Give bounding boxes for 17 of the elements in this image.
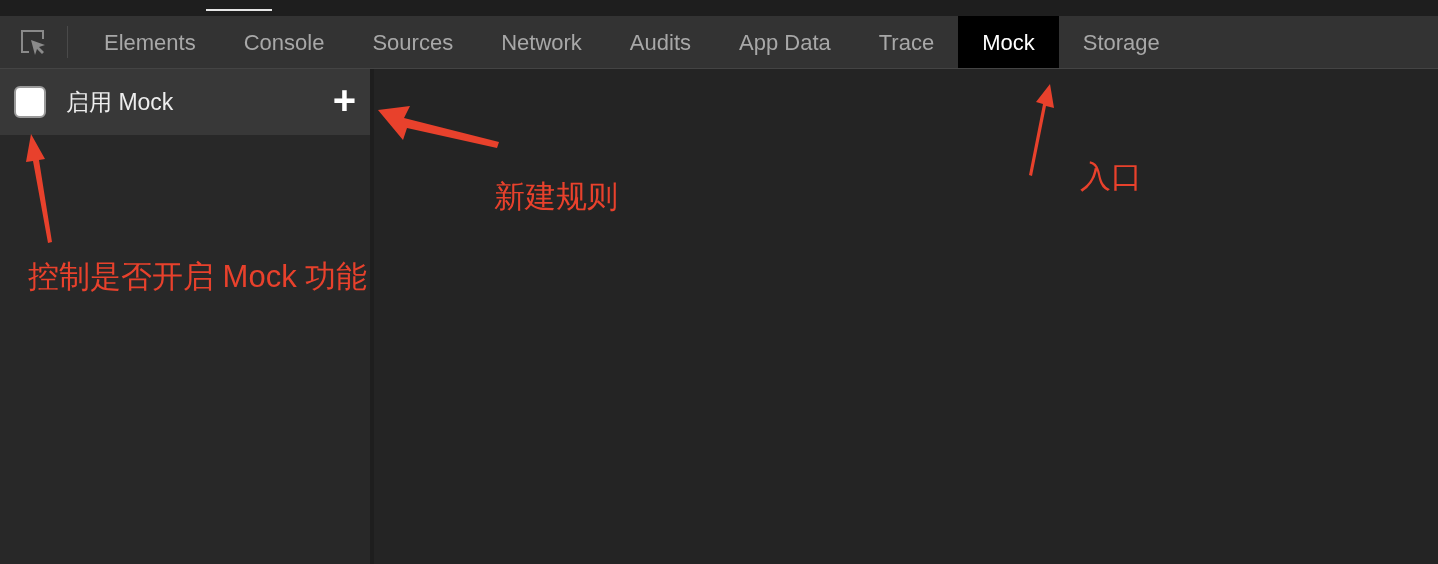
window-indicator — [206, 9, 272, 11]
tab[interactable]: Storage — [1058, 16, 1184, 68]
annotation-label: 控制是否开启 Mock 功能 — [28, 258, 368, 296]
tab[interactable]: Mock — [958, 16, 1059, 68]
tab[interactable]: Sources — [348, 16, 478, 68]
tab[interactable]: Console — [219, 16, 349, 68]
tab[interactable]: Elements — [80, 16, 220, 68]
add-rule-button[interactable]: + — [332, 80, 356, 124]
tab[interactable]: App Data — [715, 16, 855, 68]
annotation-label: 新建规则 — [494, 178, 618, 216]
tab[interactable]: Trace — [854, 16, 959, 68]
enable-mock-label: 启用 Mock — [66, 87, 174, 117]
tab[interactable]: Audits — [605, 16, 715, 68]
enable-checkbox[interactable] — [14, 86, 46, 118]
inspect-icon[interactable] — [18, 28, 47, 56]
annotation-label: 入口 — [1080, 158, 1142, 196]
tab[interactable]: Network — [477, 16, 606, 68]
